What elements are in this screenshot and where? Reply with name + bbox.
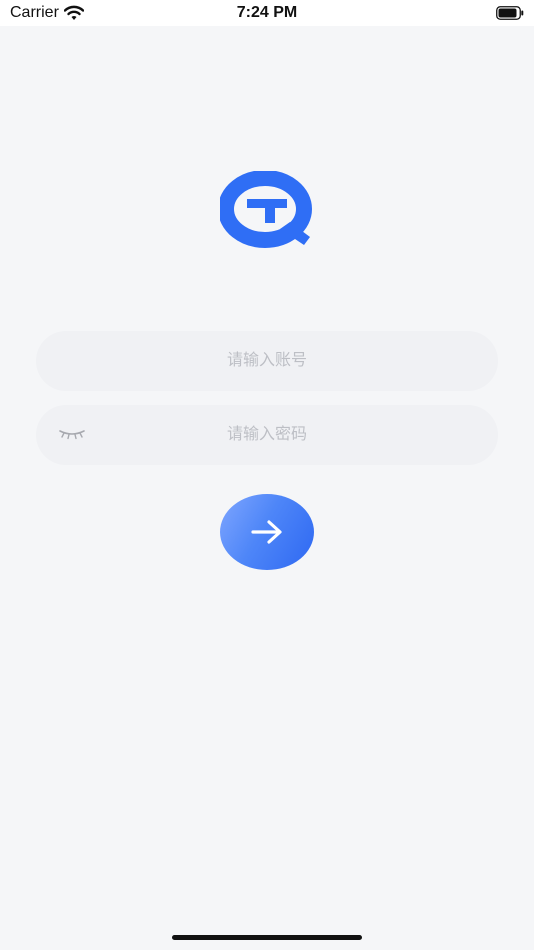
account-placeholder: 请输入账号 [226,352,307,369]
login-submit-button[interactable] [220,494,314,570]
password-placeholder: 请输入密码 [226,426,307,443]
battery-icon [496,6,524,20]
home-indicator [172,935,362,940]
status-bar: Carrier 7:24 PM [0,0,534,26]
eye-closed-icon[interactable] [58,427,86,441]
clock: 7:24 PM [236,4,298,21]
arrow-right-icon [251,520,282,544]
q-logo-icon [218,170,314,251]
account-input[interactable]: 请输入账号 [36,331,498,391]
password-input[interactable]: 请输入密码 [36,405,498,465]
